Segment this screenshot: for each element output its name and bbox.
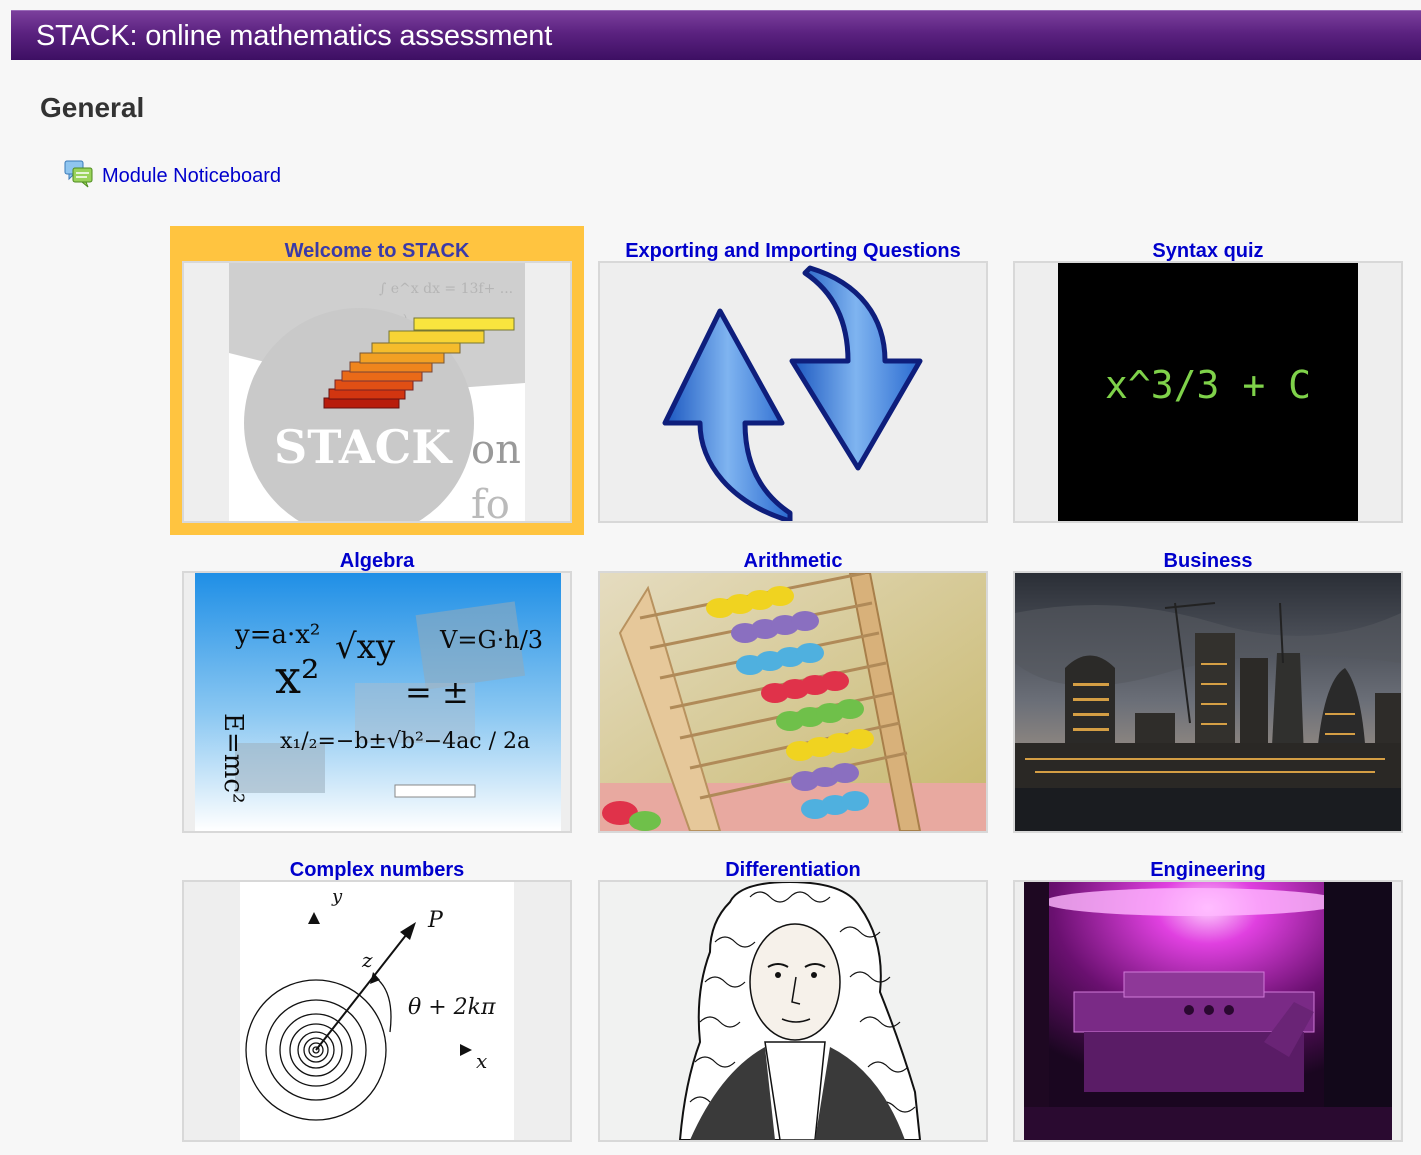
- svg-text:√xy: √xy: [335, 627, 396, 667]
- svg-text:z: z: [361, 948, 373, 972]
- tile-engineering[interactable]: Engineering: [1013, 845, 1403, 1145]
- tile-title[interactable]: Engineering: [1013, 859, 1403, 882]
- tile-image-frame[interactable]: [598, 261, 988, 523]
- svg-text:fo: fo: [471, 482, 510, 521]
- tile-image-frame[interactable]: [1013, 880, 1403, 1142]
- abacus-image: [600, 573, 986, 831]
- algebra-formulas-image: y=a·x² x² V=G·h/3 E=mc² x₁/₂=−b±√b²−4ac …: [195, 573, 561, 831]
- svg-text:STACK: STACK: [274, 420, 453, 474]
- tile-algebra[interactable]: Algebra y=a·x² x² V=G·h/3 E=mc² x₁/₂=−b±…: [182, 536, 572, 836]
- svg-text:= ±: = ±: [405, 673, 469, 711]
- svg-text:E=mc²: E=mc²: [218, 713, 248, 803]
- tile-image-frame[interactable]: [598, 571, 988, 833]
- tile-arithmetic[interactable]: Arithmetic: [598, 536, 988, 836]
- svg-text:P: P: [427, 908, 444, 933]
- svg-text:y=a·x²: y=a·x²: [234, 620, 320, 650]
- tile-title[interactable]: Exporting and Importing Questions: [598, 240, 988, 263]
- tile-business[interactable]: Business: [1013, 536, 1403, 836]
- stack-logo-image: ∫ e^x dx = 13f+ ... x² + y² (1+x) STACK …: [229, 263, 525, 521]
- tile-title[interactable]: Business: [1013, 550, 1403, 573]
- syntax-formula-image: x^3/3 + C: [1058, 263, 1358, 521]
- tile-image-frame[interactable]: ∫ e^x dx = 13f+ ... x² + y² (1+x) STACK …: [182, 261, 572, 523]
- tile-image-frame[interactable]: [1013, 571, 1403, 833]
- tile-image-frame[interactable]: y=a·x² x² V=G·h/3 E=mc² x₁/₂=−b±√b²−4ac …: [182, 571, 572, 833]
- sync-arrows-icon: [600, 263, 986, 521]
- svg-text:∫ e^x dx = 13f+ ...: ∫ e^x dx = 13f+ ...: [379, 281, 513, 297]
- tile-title[interactable]: Algebra: [182, 550, 572, 573]
- forum-icon: [64, 159, 94, 189]
- tile-exporting-importing[interactable]: Exporting and Importing Questions: [598, 226, 988, 526]
- tile-image-frame[interactable]: [598, 880, 988, 1142]
- module-noticeboard-label: Module Noticeboard: [102, 164, 281, 187]
- svg-text:x: x: [476, 1049, 487, 1073]
- tile-image-frame[interactable]: y P z θ + 2kπ x: [182, 880, 572, 1142]
- newton-portrait-image: [600, 882, 986, 1140]
- tile-title[interactable]: Arithmetic: [598, 550, 988, 573]
- tile-title[interactable]: Welcome to STACK: [182, 240, 572, 263]
- svg-text:θ + 2kπ: θ + 2kπ: [408, 995, 496, 1020]
- complex-spiral-diagram: y P z θ + 2kπ x: [240, 882, 514, 1140]
- tile-complex-numbers[interactable]: Complex numbers y P z θ + 2kπ x: [182, 845, 572, 1145]
- tile-title[interactable]: Complex numbers: [182, 859, 572, 882]
- module-noticeboard-link[interactable]: Module Noticeboard: [64, 158, 281, 190]
- svg-text:y: y: [331, 886, 343, 907]
- plasma-chamber-image: [1024, 882, 1392, 1140]
- tile-title[interactable]: Syntax quiz: [1013, 240, 1403, 263]
- site-title[interactable]: STACK: online mathematics assessment: [36, 20, 552, 52]
- svg-text:V=G·h/3: V=G·h/3: [439, 626, 543, 654]
- svg-text:x^3/3 + C: x^3/3 + C: [1105, 363, 1311, 407]
- tile-welcome-to-stack[interactable]: Welcome to STACK ∫ e^x dx = 13f+ ... x² …: [170, 226, 584, 535]
- tile-title[interactable]: Differentiation: [598, 859, 988, 882]
- svg-text:x₁/₂=−b±√b²−4ac / 2a: x₁/₂=−b±√b²−4ac / 2a: [280, 729, 530, 754]
- section-title: General: [40, 92, 145, 123]
- tile-differentiation[interactable]: Differentiation: [598, 845, 988, 1145]
- svg-text:on: on: [471, 427, 521, 473]
- svg-text:x²: x²: [275, 650, 319, 704]
- city-skyline-image: [1015, 573, 1401, 831]
- site-header-banner: STACK: online mathematics assessment: [11, 10, 1421, 60]
- tile-image-frame[interactable]: x^3/3 + C: [1013, 261, 1403, 523]
- tile-syntax-quiz[interactable]: Syntax quiz x^3/3 + C: [1013, 226, 1403, 526]
